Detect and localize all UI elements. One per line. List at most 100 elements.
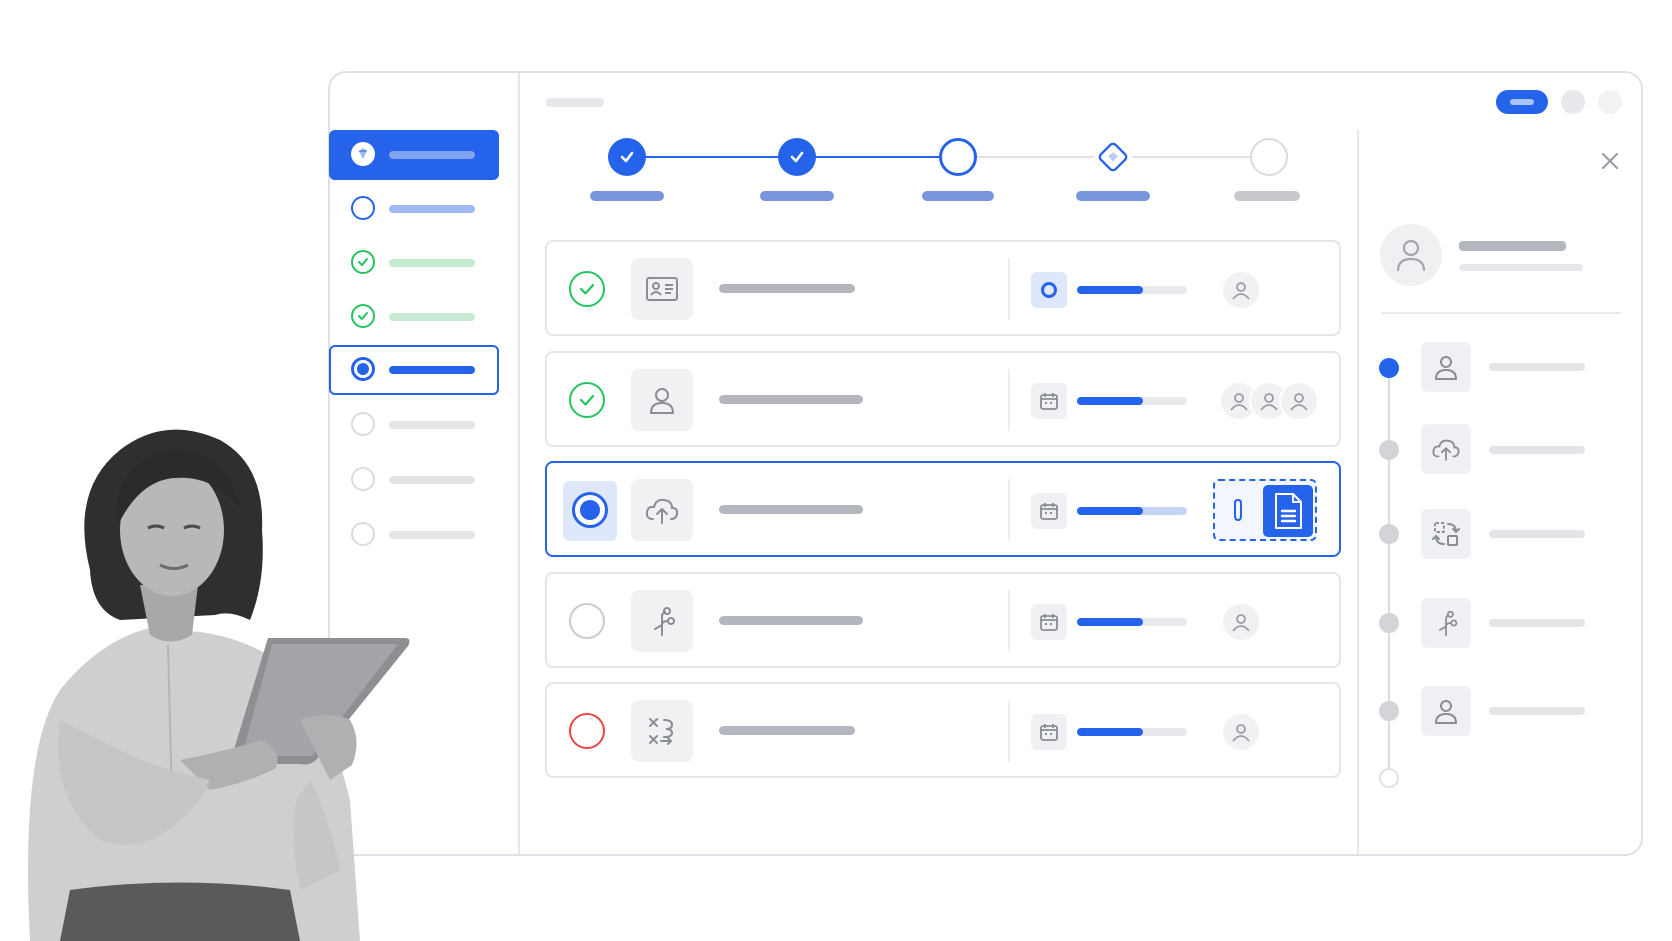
stepper-connector-pending — [1132, 156, 1252, 158]
timeline-dot — [1379, 440, 1399, 460]
diamond-gem-icon — [1098, 142, 1128, 172]
task-progress-fill — [1077, 507, 1143, 515]
primary-action-label-placeholder — [1510, 99, 1534, 105]
task-progress-bar — [1077, 397, 1187, 405]
timeline-dot — [1379, 701, 1399, 721]
sidebar-item-label-placeholder — [389, 366, 475, 374]
task-progress-fill — [1077, 286, 1143, 294]
sidebar-item-label-placeholder — [389, 259, 475, 267]
stepper-label-placeholder-1 — [590, 191, 664, 201]
primary-action-button[interactable] — [1496, 90, 1548, 114]
stepper-connector-pending — [976, 156, 1096, 158]
calendar-icon — [1031, 714, 1067, 750]
timeline-dot — [1379, 613, 1399, 633]
user-icon — [1421, 342, 1471, 392]
calendar-icon — [1031, 493, 1067, 529]
brand-gem-icon — [351, 142, 375, 166]
radio-filled-icon — [572, 492, 608, 528]
cloud-upload-icon — [1421, 424, 1471, 474]
task-progress-fill — [1077, 397, 1143, 405]
stepper-label-placeholder-4 — [1076, 191, 1150, 201]
row-separator — [1008, 700, 1010, 762]
stepper-step-2[interactable] — [778, 138, 816, 176]
task-progress-fill — [1077, 728, 1143, 736]
woman-with-tablet-photo — [28, 429, 410, 941]
branch-icon — [1421, 598, 1471, 648]
check-circle-icon — [351, 250, 375, 274]
close-icon[interactable] — [1598, 149, 1622, 173]
task-progress-bar — [1077, 618, 1187, 626]
task-row[interactable] — [545, 682, 1341, 778]
secondary-action-button[interactable] — [1561, 90, 1585, 114]
check-icon — [790, 151, 804, 163]
calendar-icon — [1031, 604, 1067, 640]
paperclip-icon[interactable] — [1225, 495, 1251, 525]
cloud-upload-icon — [631, 479, 693, 541]
task-title-placeholder — [719, 616, 863, 625]
user-avatar-icon — [1223, 714, 1259, 750]
task-row-active[interactable] — [545, 461, 1341, 557]
stepper-step-1[interactable] — [608, 138, 646, 176]
task-row[interactable] — [545, 240, 1341, 336]
sidebar-item-label-placeholder — [389, 313, 475, 321]
timeline-dot-current — [1379, 358, 1399, 378]
circle-outline-icon — [569, 603, 605, 639]
task-title-placeholder — [719, 395, 863, 404]
row-separator — [1008, 258, 1010, 320]
task-title-placeholder — [719, 284, 855, 293]
user-icon — [631, 369, 693, 431]
row-separator — [1008, 369, 1010, 431]
branch-icon — [631, 590, 693, 652]
task-row[interactable] — [545, 351, 1341, 447]
document-file-icon[interactable] — [1263, 485, 1313, 537]
sidebar-item-current[interactable] — [329, 345, 499, 395]
shuffle-icon — [631, 700, 693, 762]
sidebar-item-complete-1[interactable] — [329, 238, 499, 288]
task-title-placeholder — [719, 726, 855, 735]
task-title-placeholder — [719, 505, 863, 514]
timeline-label-placeholder — [1489, 530, 1585, 538]
stepper-step-5[interactable] — [1250, 138, 1288, 176]
task-row[interactable] — [545, 572, 1341, 668]
stepper-step-3[interactable] — [939, 138, 977, 176]
attachment-dropzone[interactable] — [1213, 479, 1317, 541]
user-avatar-icon — [1223, 604, 1259, 640]
calendar-icon — [1031, 383, 1067, 419]
sidebar-item-label-placeholder — [389, 151, 475, 159]
user-avatar-icon — [1281, 383, 1317, 419]
stepper-label-placeholder-5 — [1234, 191, 1300, 201]
task-progress-fill — [1077, 618, 1143, 626]
transform-icon — [1421, 509, 1471, 559]
sidebar-item-label-placeholder — [389, 205, 475, 213]
panel-divider — [1357, 130, 1359, 854]
sidebar-item-selected[interactable] — [329, 130, 499, 180]
id-card-icon — [631, 258, 693, 320]
row-separator — [1008, 479, 1010, 541]
timeline-label-placeholder — [1489, 619, 1585, 627]
stepper-connector-complete — [815, 156, 940, 158]
sidebar-item-complete-2[interactable] — [329, 292, 499, 342]
check-circle-icon — [351, 304, 375, 328]
check-circle-icon — [569, 271, 605, 307]
task-progress-bar — [1077, 728, 1187, 736]
user-icon — [1421, 686, 1471, 736]
sidebar-divider — [518, 73, 520, 854]
task-progress-bar — [1077, 507, 1187, 515]
stepper-connector-complete — [645, 156, 780, 158]
radio-filled-icon — [351, 357, 375, 381]
panel-name-placeholder — [1459, 241, 1566, 251]
task-progress-bar — [1077, 286, 1187, 294]
panel-subtitle-placeholder — [1459, 264, 1583, 271]
timeline-label-placeholder — [1489, 446, 1585, 454]
circle-outline-icon — [351, 196, 375, 220]
stepper-label-placeholder-2 — [760, 191, 834, 201]
stepper-step-4[interactable] — [1094, 138, 1132, 176]
header-title-placeholder — [546, 98, 604, 107]
user-avatar-icon — [1223, 272, 1259, 308]
tertiary-action-button[interactable] — [1598, 90, 1622, 114]
timeline-dot — [1379, 524, 1399, 544]
error-circle-icon — [569, 713, 605, 749]
check-icon — [620, 151, 634, 163]
user-avatar-icon — [1380, 224, 1442, 286]
sidebar-item-in-progress[interactable] — [329, 184, 499, 234]
